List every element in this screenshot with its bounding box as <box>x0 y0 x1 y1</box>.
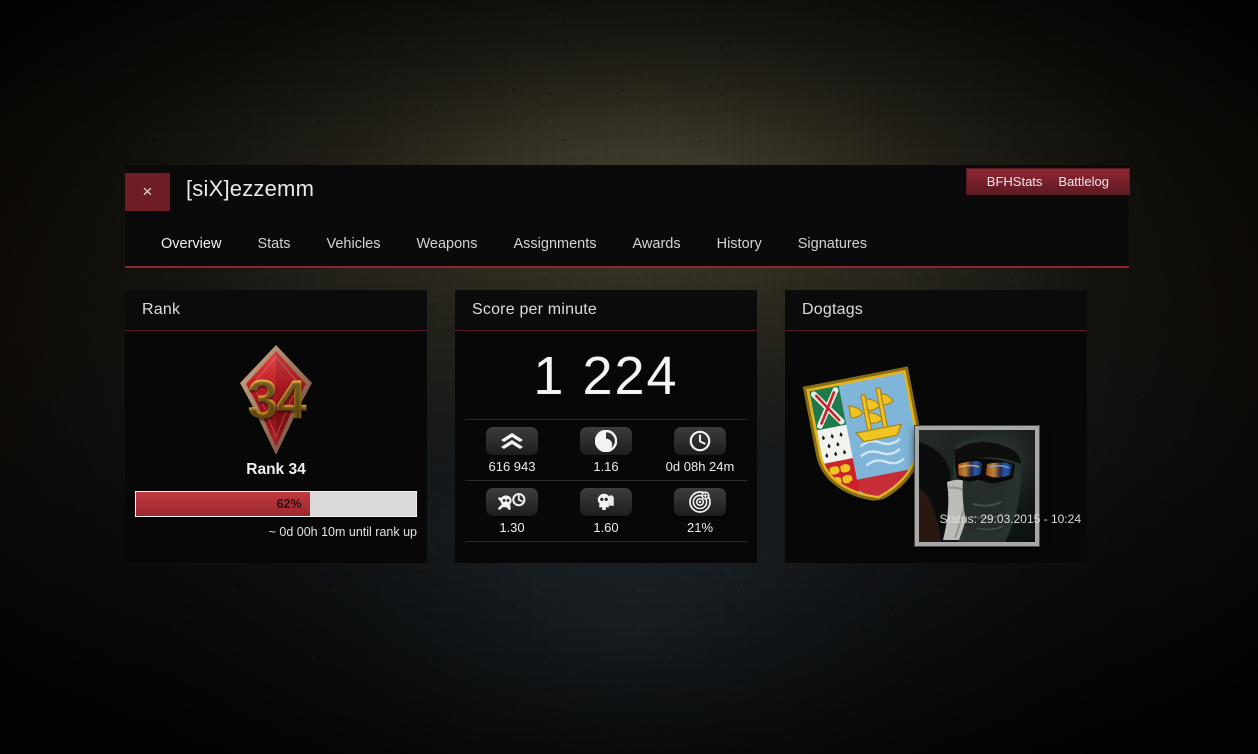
window-titlebar: × [siX]ezzemm BFHStats Battlelog Overvie… <box>125 165 1129 268</box>
score-per-minute-value: 1 224 <box>533 346 679 406</box>
stat-time-played[interactable]: 0d 08h 24m <box>653 426 747 474</box>
rank-panel-body: 34 Rank 34 62% ~ 0d 00h 10m until rank u… <box>125 331 427 563</box>
tab-weapons[interactable]: Weapons <box>399 230 496 258</box>
external-links-bar: BFHStats Battlelog <box>966 169 1129 194</box>
tab-stats[interactable]: Stats <box>239 230 308 258</box>
stat-time-played-value: 0d 08h 24m <box>665 458 735 474</box>
rank-panel-title: Rank <box>142 301 181 318</box>
rank-badge-wrap: 34 <box>125 331 427 459</box>
main-navigation: Overview Stats Vehicles Weapons Assignme… <box>125 222 1129 266</box>
stat-total-score-value: 616 943 <box>488 458 536 474</box>
rank-label: Rank 34 <box>246 461 306 478</box>
close-button[interactable]: × <box>125 173 170 211</box>
stat-kills-per-minute[interactable]: 1.30 <box>465 487 559 535</box>
status-timestamp: Status: 29.03.2015 - 10:24 <box>939 512 1081 526</box>
stat-accuracy[interactable]: 21% <box>653 487 747 535</box>
rank-panel: Rank 34 Rank 34 62% ~ 0d 00h 10m until r… <box>125 290 427 563</box>
player-profile-window: × [siX]ezzemm BFHStats Battlelog Overvie… <box>125 165 1129 565</box>
score-ratio-icon <box>580 426 632 455</box>
photo-dogtag[interactable] <box>915 426 1039 546</box>
rank-panel-header: Rank <box>125 290 427 331</box>
score-panel-title: Score per minute <box>472 301 598 318</box>
tab-assignments[interactable]: Assignments <box>496 230 615 258</box>
player-name: [siX]ezzemm <box>186 176 315 201</box>
score-per-minute-panel: Score per minute 1 224 616 943 1.16 0d 0… <box>455 290 757 563</box>
rank-progress-bar[interactable]: 62% <box>135 491 417 517</box>
stat-kills-per-minute-value: 1.30 <box>499 519 525 535</box>
tab-history[interactable]: History <box>699 230 780 258</box>
tab-overview[interactable]: Overview <box>143 230 239 258</box>
score-panel-body: 1 224 616 943 1.16 0d 08h 24m 1.30 1.60 … <box>455 331 757 563</box>
tab-vehicles[interactable]: Vehicles <box>308 230 398 258</box>
stat-kill-death-ratio[interactable]: 1.60 <box>559 487 653 535</box>
stat-score-ratio[interactable]: 1.16 <box>559 426 653 474</box>
tab-signatures[interactable]: Signatures <box>780 230 885 258</box>
chevrons-up-icon <box>486 426 538 455</box>
stat-total-score[interactable]: 616 943 <box>465 426 559 474</box>
rank-badge: 34 <box>220 343 332 461</box>
dogtags-panel-title: Dogtags <box>802 301 863 318</box>
skull-bullet-icon <box>580 487 632 516</box>
tab-awards[interactable]: Awards <box>615 230 699 258</box>
score-panel-header: Score per minute <box>455 290 757 331</box>
stat-row-top: 616 943 1.16 0d 08h 24m <box>465 420 747 481</box>
titlebar-top-row: × [siX]ezzemm BFHStats Battlelog <box>125 165 1129 222</box>
dogtags-panel-header: Dogtags <box>785 290 1087 331</box>
rank-badge-number: 34 <box>220 343 332 461</box>
stat-grid: 616 943 1.16 0d 08h 24m 1.30 1.60 21% <box>465 418 747 542</box>
dogtag-area: Status: 29.03.2015 - 10:24 <box>785 331 1087 546</box>
clock-icon <box>674 426 726 455</box>
overview-panels: Rank 34 Rank 34 62% ~ 0d 00h 10m until r… <box>125 290 1129 563</box>
accuracy-target-icon <box>674 487 726 516</box>
dogtags-panel-body: Status: 29.03.2015 - 10:24 <box>785 331 1087 563</box>
rank-progress-percent: 62% <box>276 497 302 511</box>
stat-kill-death-ratio-value: 1.60 <box>593 519 619 535</box>
stat-score-ratio-value: 1.16 <box>593 458 619 474</box>
stat-accuracy-value: 21% <box>686 519 714 535</box>
dogtags-panel: Dogtags Status: 29.03.2015 - 10:24 <box>785 290 1087 563</box>
link-bfhstats[interactable]: BFHStats <box>979 174 1051 189</box>
link-battlelog[interactable]: Battlelog <box>1050 174 1117 189</box>
skull-crossbones-timer-icon <box>486 487 538 516</box>
stat-row-bottom: 1.30 1.60 21% <box>465 481 747 542</box>
rank-up-note: ~ 0d 00h 10m until rank up <box>268 525 417 539</box>
